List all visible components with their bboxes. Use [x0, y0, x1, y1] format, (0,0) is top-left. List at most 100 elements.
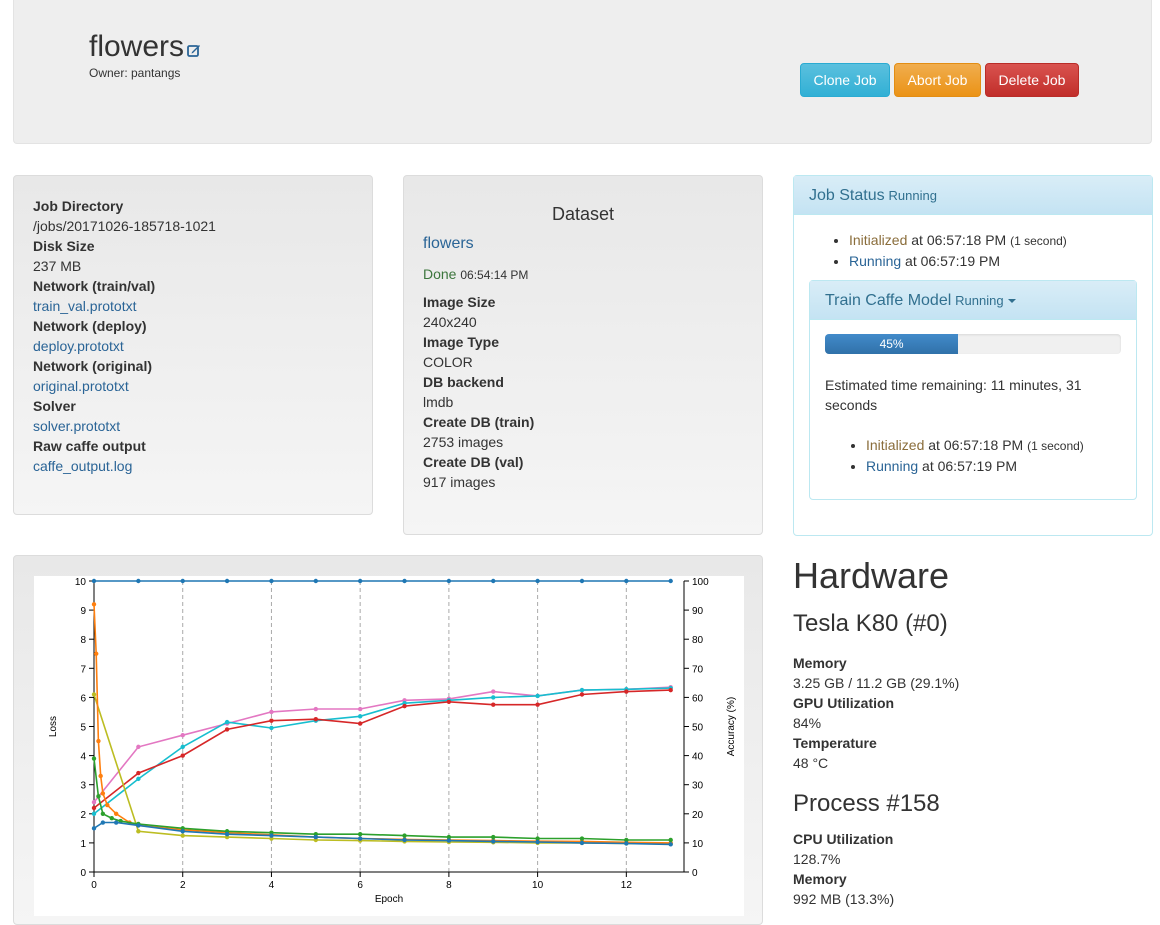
data-point	[357, 836, 363, 841]
train-task-header[interactable]: Train Caffe Model Running	[810, 281, 1136, 320]
process-stat-value: 992 MB (13.3%)	[793, 891, 895, 907]
y-tick-label: 0	[80, 868, 86, 879]
data-point	[491, 839, 496, 844]
data-point	[402, 703, 407, 709]
edit-icon[interactable]	[187, 31, 201, 65]
x-tick-label: 10	[532, 880, 544, 891]
dataset-field-value: 917 images	[423, 474, 496, 490]
data-point	[624, 841, 629, 846]
y-axis-label: Loss	[48, 716, 59, 737]
dataset-panel: Dataset flowers Done 06:54:14 PM Image S…	[403, 175, 763, 535]
dataset-field-label: Create DB (val)	[423, 454, 524, 470]
y-tick-label: 3	[80, 781, 86, 792]
job-status-header: Job Status Running	[794, 176, 1152, 215]
y2-tick-label: 40	[692, 752, 704, 763]
event-name: Initialized	[849, 232, 908, 248]
dataset-field-value: COLOR	[423, 354, 473, 370]
data-point	[136, 744, 141, 750]
y2-tick-label: 70	[692, 664, 704, 675]
job-status-title: Job Status	[809, 187, 885, 204]
gpu-stat-label: Memory	[793, 655, 847, 671]
job-title: flowers	[89, 30, 201, 65]
data-point	[357, 714, 363, 719]
job-info-label: Disk Size	[33, 238, 95, 254]
x-tick-label: 8	[446, 880, 452, 891]
data-point	[579, 692, 585, 697]
dataset-field-value: 240x240	[423, 314, 477, 330]
data-point	[91, 692, 97, 697]
y2-tick-label: 90	[692, 606, 704, 617]
job-info-label: Network (deploy)	[33, 318, 147, 334]
y-tick-label: 4	[80, 752, 86, 763]
gpu-stat-label: GPU Utilization	[793, 695, 895, 711]
data-point	[491, 689, 496, 694]
y-tick-label: 9	[80, 606, 86, 617]
data-point	[136, 829, 141, 834]
y2-tick-label: 100	[692, 577, 709, 588]
data-point	[180, 733, 185, 738]
process-stats: CPU Utilization 128.7% Memory 992 MB (13.3…	[793, 829, 1153, 909]
abort-job-button[interactable]: Abort Job	[894, 63, 981, 97]
data-point	[224, 719, 230, 725]
dataset-status: Done 06:54:14 PM	[423, 265, 743, 284]
data-point	[269, 725, 274, 731]
delete-job-button[interactable]: Delete Job	[985, 63, 1079, 97]
task-events: Initialized at 06:57:18 PM (1 second) Ru…	[810, 435, 1136, 476]
original-prototxt-link[interactable]: original.prototxt	[33, 376, 353, 396]
data-point	[269, 709, 274, 715]
train-val-prototxt-link[interactable]: train_val.prototxt	[33, 296, 353, 316]
gpu-stats: Memory 3.25 GB / 11.2 GB (29.1%) GPU Util…	[793, 653, 1153, 773]
y-tick-label: 6	[80, 693, 86, 704]
data-point	[100, 820, 106, 825]
data-point	[579, 840, 585, 846]
data-point	[91, 578, 97, 584]
train-task-panel: Train Caffe Model Running 45% Estimated …	[809, 280, 1137, 500]
data-point	[402, 578, 407, 584]
y2-tick-label: 10	[692, 839, 704, 850]
dataset-done-time: 06:54:14 PM	[460, 268, 529, 282]
event-time: at 06:57:19 PM	[922, 458, 1017, 474]
job-info-item: Job Directory/jobs/20171026-185718-1021	[33, 196, 353, 236]
data-point	[491, 578, 496, 584]
y-tick-label: 10	[75, 577, 87, 588]
job-info-item: Network (deploy) deploy.prototxt	[33, 316, 353, 356]
data-point	[357, 831, 363, 837]
solver-prototxt-link[interactable]: solver.prototxt	[33, 416, 353, 436]
status-event: Initialized at 06:57:18 PM (1 second)	[849, 230, 1152, 251]
data-point	[668, 837, 673, 843]
deploy-prototxt-link[interactable]: deploy.prototxt	[33, 336, 353, 356]
x-tick-label: 0	[91, 880, 97, 891]
job-header: flowers Owner: pantangs Clone Job Abort …	[13, 0, 1152, 144]
data-point	[579, 578, 585, 584]
x-tick-label: 2	[180, 880, 186, 891]
x-tick-label: 6	[357, 880, 363, 891]
data-point	[579, 836, 585, 841]
data-point	[624, 689, 629, 694]
data-point	[113, 820, 119, 825]
data-point	[313, 578, 319, 584]
job-status-state: Running	[888, 188, 937, 203]
y-tick-label: 8	[80, 635, 86, 646]
eta-text: Estimated time remaining: 11 minutes, 31…	[825, 377, 1082, 413]
y-tick-label: 1	[80, 839, 86, 850]
dataset-done-label: Done	[423, 266, 457, 282]
data-point	[136, 776, 141, 782]
job-info-label: Network (original)	[33, 358, 153, 374]
hardware-panel: Hardware Tesla K80 (#0) Memory 3.25 GB / …	[793, 555, 1153, 909]
data-point	[136, 770, 141, 776]
caret-down-icon[interactable]	[1007, 299, 1016, 304]
y2-tick-label: 80	[692, 635, 704, 646]
clone-job-button[interactable]: Clone Job	[800, 63, 890, 97]
data-point	[100, 791, 106, 796]
data-point	[446, 838, 452, 843]
owner-label: Owner: pantangs	[89, 66, 181, 80]
dataset-field-value: 2753 images	[423, 434, 504, 450]
caffe-output-log-link[interactable]: caffe_output.log	[33, 456, 353, 476]
dataset-link[interactable]: flowers	[423, 233, 743, 255]
event-name: Initialized	[866, 437, 925, 453]
data-point	[313, 834, 319, 840]
process-stat-label: CPU Utilization	[793, 831, 894, 847]
job-status-panel: Job Status Running Initialized at 06:57:…	[793, 175, 1153, 536]
dataset-heading: Dataset	[551, 204, 615, 224]
data-point	[535, 693, 540, 699]
